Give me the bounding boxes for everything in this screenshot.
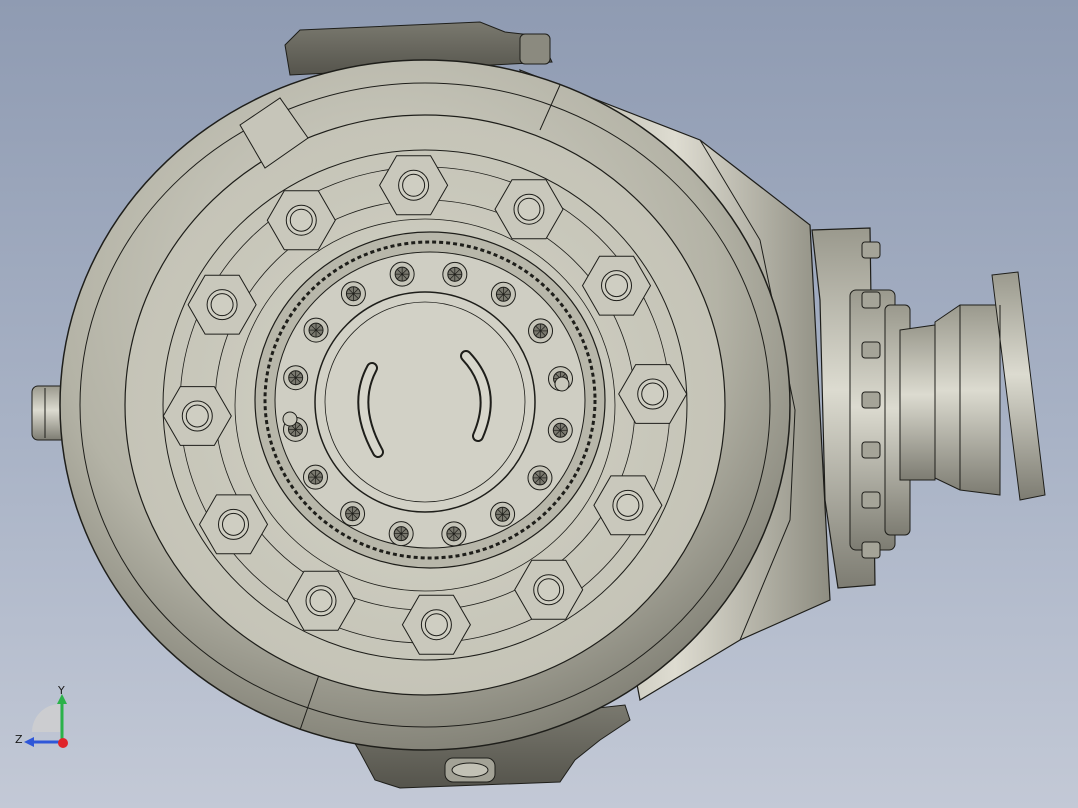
- socket-bolt: [441, 521, 467, 547]
- socket-bolt: [490, 281, 516, 307]
- orientation-triad: Y Z: [15, 684, 68, 748]
- socket-bolt: [302, 464, 328, 490]
- motor-body[interactable]: [899, 271, 1046, 501]
- z-arrowhead-icon: [24, 737, 34, 747]
- socket-bolt: [389, 261, 415, 287]
- flange-nut: [861, 341, 881, 359]
- y-axis-label: Y: [57, 684, 65, 697]
- socket-bolt: [547, 417, 573, 443]
- cad-viewport[interactable]: [0, 0, 1078, 808]
- socket-bolt: [340, 501, 366, 527]
- flange-nut: [861, 241, 881, 259]
- socket-bolt: [527, 465, 553, 491]
- socket-bolt: [283, 365, 309, 391]
- flange-nut: [861, 491, 881, 509]
- socket-bolt: [490, 501, 516, 527]
- flange-nut: [861, 441, 881, 459]
- socket-bolt: [528, 318, 554, 344]
- socket-bolt: [303, 317, 329, 343]
- socket-bolt: [388, 521, 414, 547]
- socket-bolt: [442, 261, 468, 287]
- flange-nut: [861, 541, 881, 559]
- z-axis-label: Z: [15, 733, 23, 746]
- flange-nut: [861, 391, 881, 409]
- triad-arc-icon: [32, 704, 60, 732]
- flange-nut: [861, 291, 881, 309]
- x-axis-dot-icon: [58, 738, 68, 748]
- socket-bolt: [340, 281, 366, 307]
